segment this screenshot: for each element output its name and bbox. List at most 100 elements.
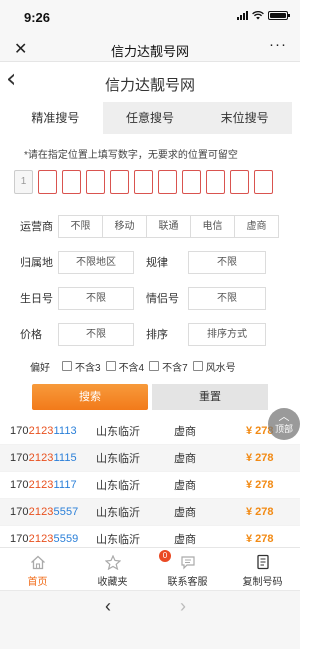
- chevron-up-icon: ︿: [278, 411, 290, 423]
- bottom-nav: 首页 0 收藏夹 联系客服 复制号码: [0, 547, 300, 589]
- digit-input[interactable]: [134, 170, 153, 194]
- digit-input[interactable]: [254, 170, 273, 194]
- pref-no-7[interactable]: 不含7: [149, 359, 188, 374]
- carrier-option-unicom[interactable]: 联通: [146, 214, 191, 238]
- nav-copy[interactable]: 复制号码: [225, 548, 300, 589]
- result-row[interactable]: 17021235557 山东临沂 虚商 ¥ 278: [0, 499, 300, 526]
- result-row[interactable]: 17021231113 山东临沂 虚商 ¥ 278: [0, 418, 300, 445]
- result-city: 山东临沂: [96, 426, 140, 438]
- digit-input[interactable]: [206, 170, 225, 194]
- nav-home[interactable]: 首页: [0, 548, 75, 589]
- phone-number: 17021231117: [10, 479, 77, 491]
- pref-fengshui[interactable]: 风水号: [192, 359, 236, 374]
- result-row[interactable]: 17021231117 山东临沂 虚商 ¥ 278: [0, 472, 300, 499]
- digit-input[interactable]: [230, 170, 249, 194]
- nav-copy-label: 复制号码: [242, 577, 283, 588]
- sort-label: 排序: [146, 329, 168, 341]
- nav-service[interactable]: 联系客服: [150, 548, 225, 589]
- page-header: ‹ 信力达靓号网: [0, 62, 300, 102]
- checkbox-icon[interactable]: [149, 361, 160, 371]
- result-price: ¥ 278: [246, 479, 274, 491]
- digit-fixed-first: 1: [14, 170, 33, 194]
- search-tabs: 精准搜号 任意搜号 末位搜号: [8, 102, 293, 134]
- price-select[interactable]: 不限: [58, 322, 134, 346]
- status-time: 9:26: [24, 10, 51, 25]
- result-city: 山东临沂: [96, 507, 140, 519]
- status-icons: [237, 11, 290, 20]
- checkbox-icon[interactable]: [192, 361, 203, 371]
- wifi-icon: [252, 11, 264, 20]
- couple-select[interactable]: 不限: [188, 286, 266, 310]
- pref-no-3[interactable]: 不含3: [62, 359, 101, 374]
- webview-title: 信力达靓号网: [110, 44, 189, 59]
- back-to-top-button[interactable]: ︿ 顶部: [268, 408, 300, 440]
- result-city: 山东临沂: [96, 453, 140, 465]
- carrier-label: 运营商: [20, 221, 53, 233]
- result-carrier: 虚商: [174, 453, 196, 465]
- rule-label: 规律: [146, 257, 168, 269]
- action-buttons: 搜索 重置: [0, 380, 300, 416]
- pref-no-4[interactable]: 不含4: [105, 359, 144, 374]
- tab-any-search[interactable]: 任意搜号: [102, 102, 198, 134]
- carrier-row: 运营商 不限 移动 联通 电信 虚商: [0, 208, 300, 244]
- result-price: ¥ 278: [246, 533, 274, 545]
- digit-input[interactable]: [182, 170, 201, 194]
- results-list: 17021231113 山东临沂 虚商 ¥ 278 17021231115 山东…: [0, 418, 300, 553]
- digit-inputs: 1: [0, 164, 300, 208]
- status-bar: 9:26: [0, 0, 300, 34]
- phone-number: 17021235559: [10, 533, 79, 545]
- phone-number: 17021235557: [10, 506, 79, 518]
- digit-input[interactable]: [38, 170, 57, 194]
- result-price: ¥ 278: [246, 506, 274, 518]
- nav-favorites-label: 收藏夹: [97, 577, 128, 588]
- digit-input[interactable]: [86, 170, 105, 194]
- digit-input[interactable]: [110, 170, 129, 194]
- tab-exact-search[interactable]: 精准搜号: [8, 102, 103, 134]
- phone-number: 17021231115: [10, 452, 77, 464]
- location-select[interactable]: 不限地区: [58, 250, 134, 274]
- battery-icon: [268, 11, 290, 20]
- sort-select[interactable]: 排序方式: [188, 322, 266, 346]
- result-carrier: 虚商: [174, 507, 196, 519]
- location-label: 归属地: [20, 257, 53, 269]
- home-indicator-area: [0, 626, 300, 649]
- browser-forward-icon[interactable]: ›: [180, 596, 186, 617]
- star-icon: [104, 554, 121, 570]
- digit-input[interactable]: [62, 170, 81, 194]
- birthday-label: 生日号: [20, 293, 53, 305]
- reset-button[interactable]: 重置: [152, 384, 268, 410]
- checkbox-icon[interactable]: [105, 361, 116, 371]
- copy-icon: [256, 554, 269, 570]
- page-title: 信力达靓号网: [104, 77, 195, 94]
- rule-select[interactable]: 不限: [188, 250, 266, 274]
- digit-input[interactable]: [158, 170, 177, 194]
- result-carrier: 虚商: [174, 534, 196, 546]
- home-icon: [30, 555, 45, 569]
- webview-navbar: ✕ 信力达靓号网 ···: [0, 34, 300, 62]
- carrier-option-mobile[interactable]: 移动: [102, 214, 147, 238]
- result-city: 山东临沂: [96, 480, 140, 492]
- result-row[interactable]: 17021231115 山东临沂 虚商 ¥ 278: [0, 445, 300, 472]
- result-carrier: 虚商: [174, 426, 196, 438]
- preferences-label: 偏好: [30, 362, 50, 374]
- carrier-option-telecom[interactable]: 电信: [190, 214, 235, 238]
- browser-back-icon[interactable]: ‹: [105, 596, 111, 617]
- checkbox-icon[interactable]: [62, 361, 72, 371]
- birthday-select[interactable]: 不限: [58, 286, 134, 310]
- price-row: 价格 不限 排序 排序方式: [0, 316, 300, 352]
- phone-number: 17021231113: [10, 425, 77, 437]
- preferences-row: 偏好 不含3 不含4 不含7 风水号: [0, 352, 300, 380]
- back-to-top-label: 顶部: [274, 424, 293, 434]
- carrier-option-any[interactable]: 不限: [58, 214, 103, 238]
- nav-favorites[interactable]: 0 收藏夹: [75, 548, 171, 589]
- location-row: 归属地 不限地区 规律 不限: [0, 244, 300, 280]
- carrier-option-virtual[interactable]: 虚商: [234, 214, 279, 238]
- tab-tail-search[interactable]: 末位搜号: [197, 102, 293, 134]
- signal-icon: [237, 11, 248, 20]
- search-hint: *请在指定位置上填写数字，无要求的位置可留空: [24, 150, 238, 161]
- browser-toolbar: ‹ ›: [0, 590, 300, 626]
- search-button[interactable]: 搜索: [32, 384, 148, 410]
- result-city: 山东临沂: [96, 534, 140, 546]
- result-carrier: 虚商: [174, 480, 196, 492]
- more-icon[interactable]: ···: [269, 36, 287, 53]
